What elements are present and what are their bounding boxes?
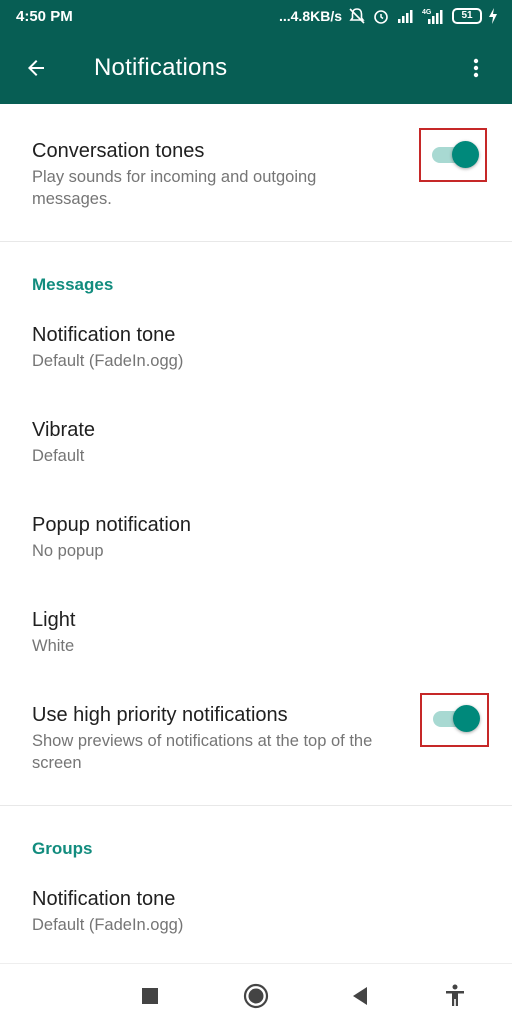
divider <box>0 241 512 242</box>
status-icons: ...4.8KB/s 4G 51 <box>279 7 498 25</box>
groups-notification-tone-setting[interactable]: Notification tone Default (FadeIn.ogg) <box>32 886 512 936</box>
back-button[interactable] <box>0 32 72 104</box>
conversation-tones-toggle[interactable] <box>428 139 482 169</box>
setting-value: White <box>32 637 75 655</box>
high-priority-toggle[interactable] <box>429 703 483 733</box>
setting-value: No popup <box>32 542 104 560</box>
divider <box>0 805 512 806</box>
arrow-back-icon <box>28 60 44 76</box>
accessibility-icon <box>446 984 464 1006</box>
status-time: 4:50 PM <box>16 7 73 25</box>
setting-title: Vibrate <box>32 419 96 441</box>
section-header-messages: Messages <box>32 275 114 294</box>
recents-button[interactable] <box>136 982 164 1010</box>
messages-popup-notification-setting[interactable]: Popup notification No popup <box>32 512 512 562</box>
section-header-groups: Groups <box>32 839 93 858</box>
battery-icon: 51 <box>452 8 482 24</box>
recents-square-icon <box>142 988 158 1004</box>
svg-text:4G: 4G <box>422 9 432 16</box>
network-speed: ...4.8KB/s <box>278 8 342 24</box>
home-circle-icon <box>243 983 269 1009</box>
setting-value: Default (FadeIn.ogg) <box>32 916 184 934</box>
setting-subtitle: Play sounds for incoming and outgoing me… <box>32 168 317 208</box>
setting-title: Light <box>32 609 76 631</box>
setting-value: Default <box>32 447 85 465</box>
home-button[interactable] <box>242 982 270 1010</box>
mute-icon <box>349 8 365 24</box>
signal-icon <box>398 10 413 23</box>
more-vert-icon <box>473 58 479 78</box>
messages-light-setting[interactable]: Light White <box>32 607 512 657</box>
setting-title: Notification tone <box>32 888 176 910</box>
setting-subtitle: Show previews of notifications at the to… <box>32 732 373 772</box>
app-bar: Notifications <box>0 32 512 104</box>
4g-signal-icon: 4G <box>422 9 443 24</box>
back-nav-button[interactable] <box>346 982 374 1010</box>
alarm-icon <box>374 10 388 24</box>
charging-icon <box>489 8 497 24</box>
status-bar: 4:50 PM ...4.8KB/s 4G 51 <box>0 0 512 32</box>
messages-vibrate-setting[interactable]: Vibrate Default <box>32 417 512 467</box>
accessibility-button[interactable] <box>441 982 469 1010</box>
toggle-thumb <box>453 705 480 732</box>
setting-value: Default (FadeIn.ogg) <box>32 352 184 370</box>
back-triangle-icon <box>353 987 367 1005</box>
page-title: Notifications <box>94 54 228 81</box>
setting-title: Notification tone <box>32 324 176 346</box>
toggle-thumb <box>452 141 479 168</box>
messages-notification-tone-setting[interactable]: Notification tone Default (FadeIn.ogg) <box>32 322 512 372</box>
setting-title: Popup notification <box>32 514 192 536</box>
more-options-button[interactable] <box>452 44 500 92</box>
system-nav-bar <box>0 963 512 1024</box>
